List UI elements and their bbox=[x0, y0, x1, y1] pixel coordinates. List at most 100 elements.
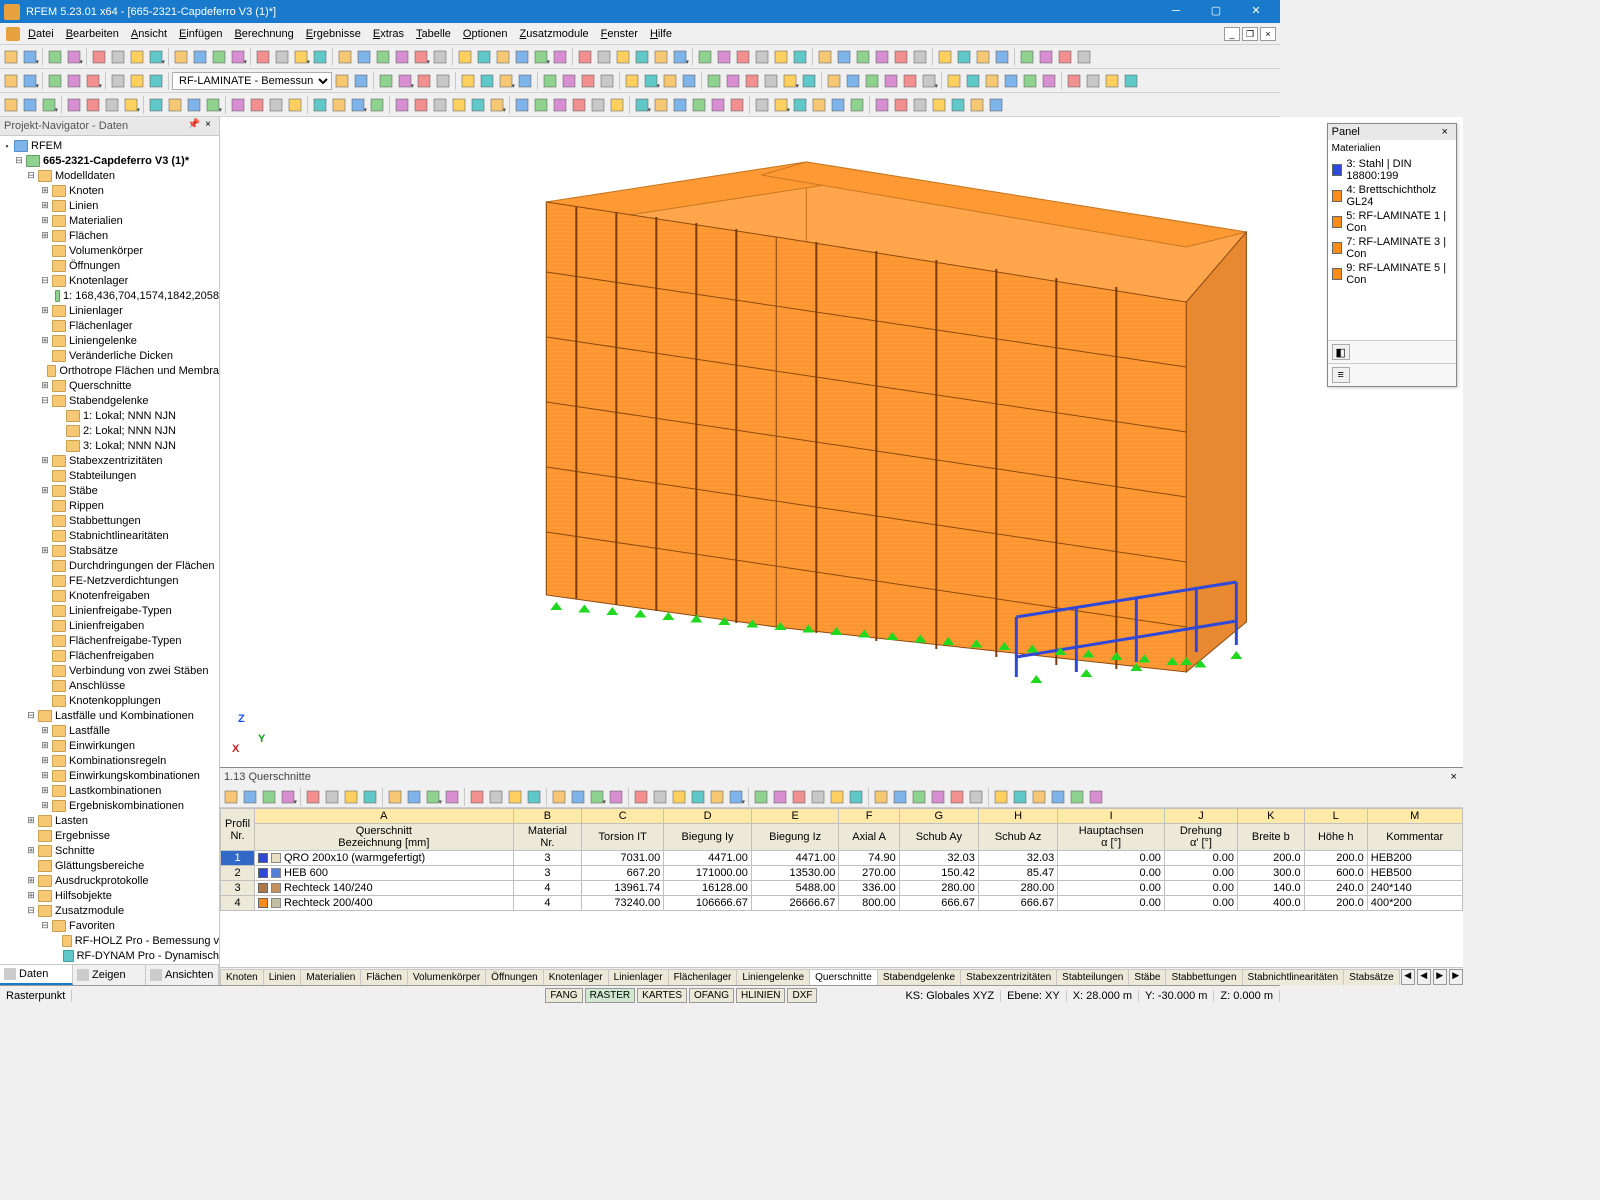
toolbar-button[interactable] bbox=[349, 96, 367, 114]
snap-button-raster[interactable]: RASTER bbox=[585, 988, 636, 1003]
toolbar-button[interactable] bbox=[781, 72, 799, 90]
tree-item[interactable]: ⊟Knotenlager bbox=[38, 273, 219, 288]
toolbar-button[interactable] bbox=[1049, 788, 1067, 806]
mdi-minimize-button[interactable]: _ bbox=[1224, 27, 1240, 41]
toolbar-button[interactable] bbox=[705, 72, 723, 90]
toolbar-button[interactable] bbox=[488, 96, 506, 114]
toolbar-button[interactable] bbox=[771, 788, 789, 806]
toolbar-button[interactable] bbox=[443, 788, 461, 806]
tree-item[interactable]: ⊞Lasten bbox=[24, 813, 219, 828]
toolbar-button[interactable] bbox=[415, 72, 433, 90]
maximize-button[interactable]: ▢ bbox=[1196, 0, 1236, 23]
toolbar-button[interactable] bbox=[323, 788, 341, 806]
toolbar-button[interactable] bbox=[727, 788, 745, 806]
tree-item[interactable]: Orthotrope Flächen und Membra bbox=[38, 363, 219, 378]
menu-ansicht[interactable]: Ansicht bbox=[125, 26, 173, 42]
toolbar-button[interactable] bbox=[930, 96, 948, 114]
toolbar-button[interactable] bbox=[2, 48, 20, 66]
minimize-button[interactable]: ─ bbox=[1156, 0, 1196, 23]
toolbar-button[interactable] bbox=[825, 72, 843, 90]
table-grid[interactable]: ProfilNr.ABCDEFGHIJKLMQuerschnittBezeich… bbox=[220, 808, 1463, 967]
toolbar-button[interactable] bbox=[377, 72, 395, 90]
tree-item[interactable]: ⊞Lastkombinationen bbox=[38, 783, 219, 798]
toolbar-button[interactable] bbox=[623, 72, 641, 90]
toolbar-button[interactable] bbox=[109, 72, 127, 90]
toolbar-button[interactable] bbox=[374, 48, 392, 66]
tree-item[interactable]: ⊞Stabsätze bbox=[38, 543, 219, 558]
toolbar-button[interactable] bbox=[844, 72, 862, 90]
menu-einfügen[interactable]: Einfügen bbox=[173, 26, 228, 42]
toolbar-button[interactable] bbox=[84, 72, 102, 90]
toolbar-button[interactable] bbox=[355, 48, 373, 66]
toolbar-button[interactable] bbox=[661, 72, 679, 90]
tree-item[interactable]: Durchdringungen der Flächen bbox=[38, 558, 219, 573]
toolbar-button[interactable] bbox=[122, 96, 140, 114]
toolbar-button[interactable] bbox=[607, 788, 625, 806]
toolbar-button[interactable] bbox=[974, 48, 992, 66]
toolbar-button[interactable] bbox=[652, 48, 670, 66]
toolbar-button[interactable] bbox=[2, 72, 20, 90]
table-tab[interactable]: Linienlager bbox=[608, 969, 669, 985]
toolbar-button[interactable] bbox=[487, 788, 505, 806]
toolbar-button[interactable] bbox=[241, 788, 259, 806]
toolbar-button[interactable] bbox=[809, 788, 827, 806]
toolbar-button[interactable] bbox=[497, 72, 515, 90]
tree-item[interactable]: ⊞Lastfälle bbox=[38, 723, 219, 738]
toolbar-button[interactable] bbox=[983, 72, 1001, 90]
toolbar-button[interactable] bbox=[743, 72, 761, 90]
table-tab[interactable]: Linien bbox=[263, 969, 302, 985]
toolbar-button[interactable] bbox=[222, 788, 240, 806]
menu-tabelle[interactable]: Tabelle bbox=[410, 26, 457, 42]
snap-button-dxf[interactable]: DXF bbox=[787, 988, 817, 1003]
tree-item[interactable]: Stabteilungen bbox=[38, 468, 219, 483]
tree-item[interactable]: ⊟Stabendgelenke bbox=[38, 393, 219, 408]
snap-button-kartes[interactable]: KARTES bbox=[637, 988, 687, 1003]
toolbar-button[interactable] bbox=[21, 96, 39, 114]
toolbar-button[interactable] bbox=[680, 72, 698, 90]
toolbar-button[interactable] bbox=[550, 788, 568, 806]
toolbar-button[interactable] bbox=[361, 788, 379, 806]
toolbar-button[interactable] bbox=[254, 48, 272, 66]
toolbar-button[interactable] bbox=[579, 72, 597, 90]
menu-optionen[interactable]: Optionen bbox=[457, 26, 514, 42]
tree-item[interactable]: Verbindung von zwei Stäben bbox=[38, 663, 219, 678]
toolbar-button[interactable] bbox=[147, 72, 165, 90]
toolbar-button[interactable] bbox=[910, 788, 928, 806]
toolbar-button[interactable] bbox=[229, 96, 247, 114]
tree-item[interactable]: ⊞Knoten bbox=[38, 183, 219, 198]
toolbar-button[interactable] bbox=[690, 96, 708, 114]
tree-item[interactable]: ⊞Querschnitte bbox=[38, 378, 219, 393]
toolbar-button[interactable] bbox=[847, 788, 865, 806]
toolbar-button[interactable] bbox=[752, 788, 770, 806]
toolbar-button[interactable] bbox=[576, 48, 594, 66]
tree-item[interactable]: 1: Lokal; NNN NJN bbox=[52, 408, 219, 423]
toolbar-button[interactable] bbox=[1002, 72, 1020, 90]
tree-item[interactable]: ⊞Ergebniskombinationen bbox=[38, 798, 219, 813]
toolbar-button[interactable] bbox=[65, 96, 83, 114]
toolbar-button[interactable] bbox=[506, 788, 524, 806]
toolbar-button[interactable] bbox=[229, 48, 247, 66]
snap-button-fang[interactable]: FANG bbox=[545, 988, 582, 1003]
toolbar-button[interactable] bbox=[608, 96, 626, 114]
toolbar-button[interactable] bbox=[992, 788, 1010, 806]
toolbar-button[interactable] bbox=[873, 96, 891, 114]
tree-item[interactable]: Öffnungen bbox=[38, 258, 219, 273]
toolbar-button[interactable] bbox=[1075, 48, 1093, 66]
toolbar-button[interactable] bbox=[911, 96, 929, 114]
tree-item[interactable]: Stabbettungen bbox=[38, 513, 219, 528]
table-tab[interactable]: Flächenlager bbox=[668, 969, 738, 985]
material-item[interactable]: 4: Brettschichtholz GL24 bbox=[1332, 183, 1452, 209]
app-menu-icon[interactable] bbox=[4, 25, 22, 43]
tree-item[interactable]: 1: 168,436,704,1574,1842,2058 bbox=[52, 288, 219, 303]
toolbar-button[interactable] bbox=[292, 48, 310, 66]
toolbar-button[interactable] bbox=[848, 96, 866, 114]
toolbar-button[interactable] bbox=[84, 96, 102, 114]
toolbar-button[interactable] bbox=[671, 48, 689, 66]
tab-scroll-button[interactable]: ▶ bbox=[1449, 969, 1463, 985]
toolbar-button[interactable] bbox=[670, 788, 688, 806]
toolbar-button[interactable] bbox=[46, 48, 64, 66]
toolbar-button[interactable] bbox=[450, 96, 468, 114]
tree-item[interactable]: ⊞Einwirkungskombinationen bbox=[38, 768, 219, 783]
table-tab[interactable]: Stäbe bbox=[1128, 969, 1166, 985]
tree-item[interactable]: Flächenfreigaben bbox=[38, 648, 219, 663]
